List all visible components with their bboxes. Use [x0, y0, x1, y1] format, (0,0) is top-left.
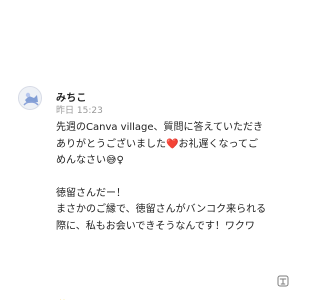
message-line-3-text: めんなさい: [56, 155, 106, 166]
message-line-4: 徳留さんだー！: [56, 187, 126, 199]
message-timestamp: 昨日 15:23: [56, 106, 103, 116]
heart-emoji-icon: ❤️: [166, 138, 179, 150]
chat-message: みちこ 昨日 15:23 先週のCanva village、質問に答えていただき…: [18, 86, 289, 300]
message-line-3: めんなさい😅♀: [56, 153, 284, 170]
message-body: 先週のCanva village、質問に答えていただき ありがとうございました❤…: [56, 120, 284, 235]
translate-icon[interactable]: [277, 272, 289, 287]
female-sign-emoji-icon: ♀: [116, 155, 124, 166]
message-author[interactable]: みちこ: [56, 89, 87, 104]
message-line-6: 際に、私もお会いできそうなんです！ワクワ: [56, 220, 255, 232]
message-line-2-tail: お礼遅くなってご: [178, 138, 258, 150]
user-avatar-icon[interactable]: [18, 86, 42, 110]
message-line-2-text: ありがとうございました: [56, 138, 166, 150]
sweat-smile-emoji-icon: 😅: [106, 155, 117, 166]
message-line-2: ありがとうございました❤️お礼遅くなってご: [56, 137, 284, 154]
message-line-1: 先週のCanva village、質問に答えていただき: [56, 122, 264, 133]
message-line-5: まさかのご縁で、徳留さんがバンコク来られる: [56, 204, 267, 215]
